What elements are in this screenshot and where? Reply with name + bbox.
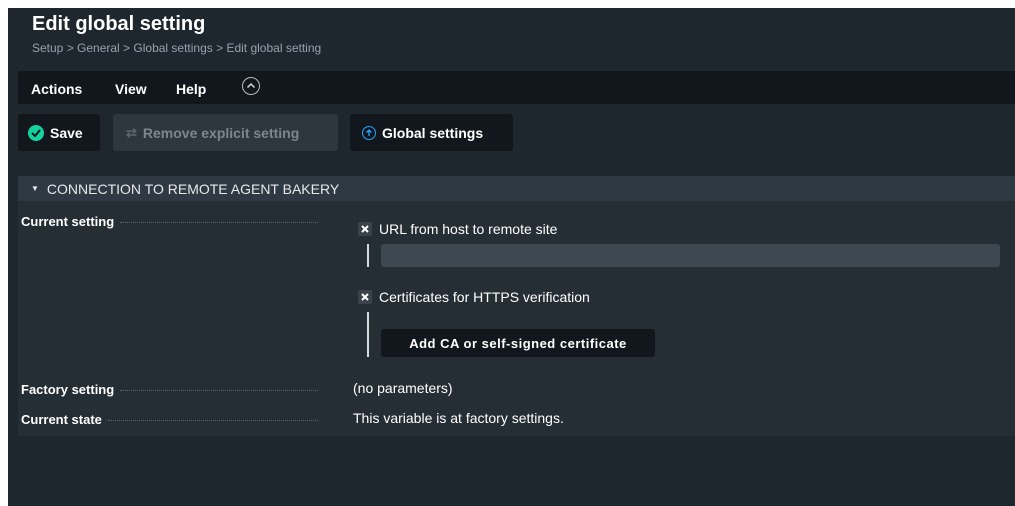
indent-line (367, 312, 369, 357)
certificates-option-label: Certificates for HTTPS verification (379, 289, 590, 305)
checkmark-icon (28, 124, 44, 141)
save-label: Save (50, 124, 83, 141)
remove-explicit-setting-button[interactable]: ⇄ Remove explicit setting (113, 114, 338, 151)
dotted-leader (107, 420, 318, 421)
global-settings-label: Global settings (382, 124, 484, 141)
arrow-up-circle-icon (362, 125, 376, 140)
collapse-triangle-icon: ▼ (31, 184, 39, 193)
certificates-checkbox[interactable] (358, 290, 372, 304)
section-title: CONNECTION TO REMOTE AGENT BAKERY (46, 180, 340, 197)
factory-setting-label: Factory setting (21, 382, 115, 397)
indent-line (367, 244, 369, 267)
url-input[interactable] (381, 244, 1000, 267)
menu-actions[interactable]: Actions (31, 81, 82, 97)
save-button[interactable]: Save (18, 114, 100, 151)
add-certificate-button[interactable]: Add CA or self-signed certificate (381, 329, 655, 357)
current-setting-label: Current setting (21, 214, 115, 229)
title-bar: Edit global setting Setup > General > Gl… (8, 8, 1015, 70)
section-header[interactable]: ▼ CONNECTION TO REMOTE AGENT BAKERY (18, 176, 1015, 201)
menu-help[interactable]: Help (176, 81, 206, 97)
dotted-leader (120, 222, 318, 223)
menu-view[interactable]: View (115, 81, 147, 97)
current-state-row-label: Current state (21, 412, 318, 427)
reset-icon: ⇄ (126, 124, 137, 140)
global-settings-button[interactable]: Global settings (350, 114, 513, 151)
chevron-up-circle-icon[interactable] (242, 77, 260, 95)
factory-setting-value: (no parameters) (353, 380, 453, 396)
breadcrumb[interactable]: Setup > General > Global settings > Edit… (32, 41, 321, 55)
page-title: Edit global setting (32, 13, 206, 35)
url-checkbox[interactable] (358, 222, 372, 236)
app-window: Edit global setting Setup > General > Gl… (8, 8, 1015, 506)
current-state-label: Current state (21, 412, 102, 427)
menubar: Actions View Help (18, 71, 1015, 104)
current-setting-row-label: Current setting (21, 214, 318, 229)
remove-label: Remove explicit setting (142, 124, 300, 141)
url-option-label: URL from host to remote site (379, 221, 558, 237)
dotted-leader (120, 390, 318, 391)
current-state-value: This variable is at factory settings. (353, 410, 564, 426)
factory-setting-row-label: Factory setting (21, 382, 318, 397)
